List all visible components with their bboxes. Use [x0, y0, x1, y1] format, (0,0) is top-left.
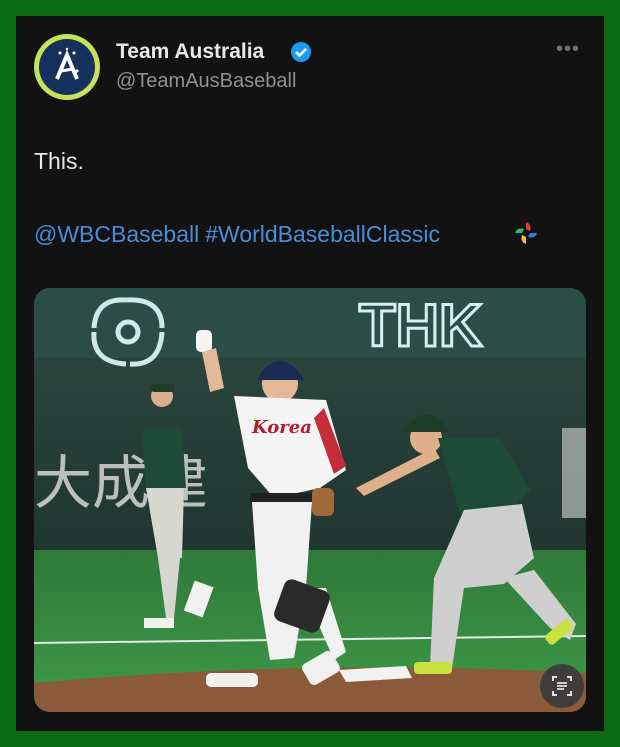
team-australia-logo [39, 39, 95, 95]
tweet-photo[interactable]: THK 大成建 Korea [34, 288, 586, 712]
hashtag-link-worldbaseballclassic[interactable]: #WorldBaseballClassic [205, 221, 440, 247]
jersey-text: Korea [251, 417, 312, 438]
tweet-hashtags: @WBCBaseball #WorldBaseballClassic [34, 221, 446, 248]
wbc-logo-icon [515, 222, 537, 244]
visual-search-icon[interactable] [540, 664, 584, 708]
author-handle[interactable]: @TeamAusBaseball [116, 70, 296, 93]
mention-link-wbcbaseball[interactable]: @WBCBaseball [34, 221, 199, 247]
tweet-text: This. [34, 148, 84, 174]
author-name[interactable]: Team Australia [116, 40, 264, 64]
thk-sign-text: THK [359, 292, 482, 359]
verified-badge-icon [291, 42, 311, 62]
avatar[interactable] [34, 34, 100, 100]
tweet-card[interactable]: Team Australia @TeamAusBaseball ••• This… [16, 16, 604, 731]
baseball-photo: THK 大成建 Korea [34, 288, 586, 712]
more-horizontal-icon[interactable]: ••• [556, 38, 580, 61]
